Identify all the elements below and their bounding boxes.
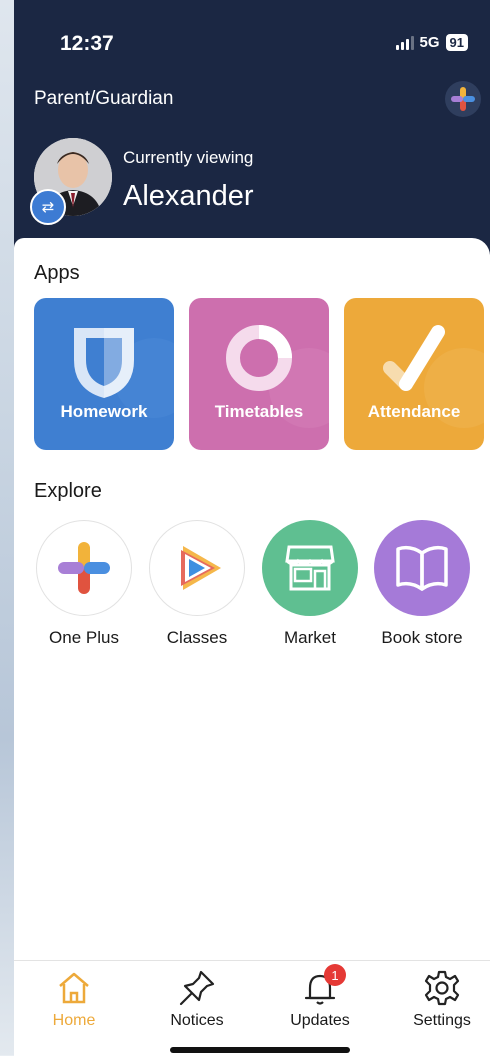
tab-notices[interactable]: Notices [147,968,247,1030]
pin-icon [177,968,217,1008]
battery-level: 91 [445,34,468,51]
swap-icon: ⇄ [41,199,55,216]
explore-icon-circle [149,520,245,616]
shop-icon [285,545,335,591]
tab-home[interactable]: Home [24,968,124,1030]
explore-item-market[interactable]: Market [260,520,360,648]
currently-viewing-label: Currently viewing [123,148,254,167]
gear-icon [422,968,462,1008]
switch-child-button[interactable]: ⇄ [30,189,66,225]
apps-title: Apps [34,262,80,284]
app-tile-attendance[interactable]: Attendance [344,298,484,450]
tab-label: Settings [413,1012,471,1029]
signal-icon [395,35,414,50]
tab-label: Updates [290,1012,350,1029]
app-tile-label: Attendance [367,402,461,421]
app-tile-homework[interactable]: Homework [34,298,174,450]
plus-icon [58,542,110,594]
explore-item-label: Classes [166,628,228,647]
role-label: Parent/Guardian [34,88,174,109]
play-icon [181,546,221,590]
status-indicators: 5G 91 [395,34,468,51]
background-edge [0,0,14,1055]
explore-item-label: Market [284,628,336,647]
explore-title: Explore [34,480,102,502]
notification-badge: 1 [324,964,346,986]
status-time: 12:37 [60,32,114,55]
explore-icon-circle [36,520,132,616]
one-plus-button[interactable] [445,81,481,117]
bell-icon: 1 [300,964,346,1008]
donut-icon [226,325,329,428]
book-icon [396,545,448,591]
shield-icon [74,328,174,418]
explore-icon-circle [262,520,358,616]
explore-item-one-plus[interactable]: One Plus [34,520,134,648]
child-name: Alexander [123,180,254,212]
explore-item-label: Book store [381,628,463,647]
home-icon [54,968,94,1008]
plus-icon [451,87,475,111]
check-icon [383,325,484,428]
explore-item-book-store[interactable]: Book store [372,520,472,648]
tab-updates[interactable]: 1 Updates [270,964,370,1030]
app-tile-timetables[interactable]: Timetables [189,298,329,450]
tab-label: Notices [170,1012,224,1029]
home-indicator [170,1047,350,1053]
network-label: 5G [419,34,440,51]
explore-item-label: One Plus [49,628,119,647]
tab-settings[interactable]: Settings [392,968,490,1030]
explore-icon-circle [374,520,470,616]
app-tile-label: Timetables [214,402,304,421]
app-tile-label: Homework [60,402,148,421]
explore-item-classes[interactable]: Classes [147,520,247,648]
tab-label: Home [52,1012,96,1029]
